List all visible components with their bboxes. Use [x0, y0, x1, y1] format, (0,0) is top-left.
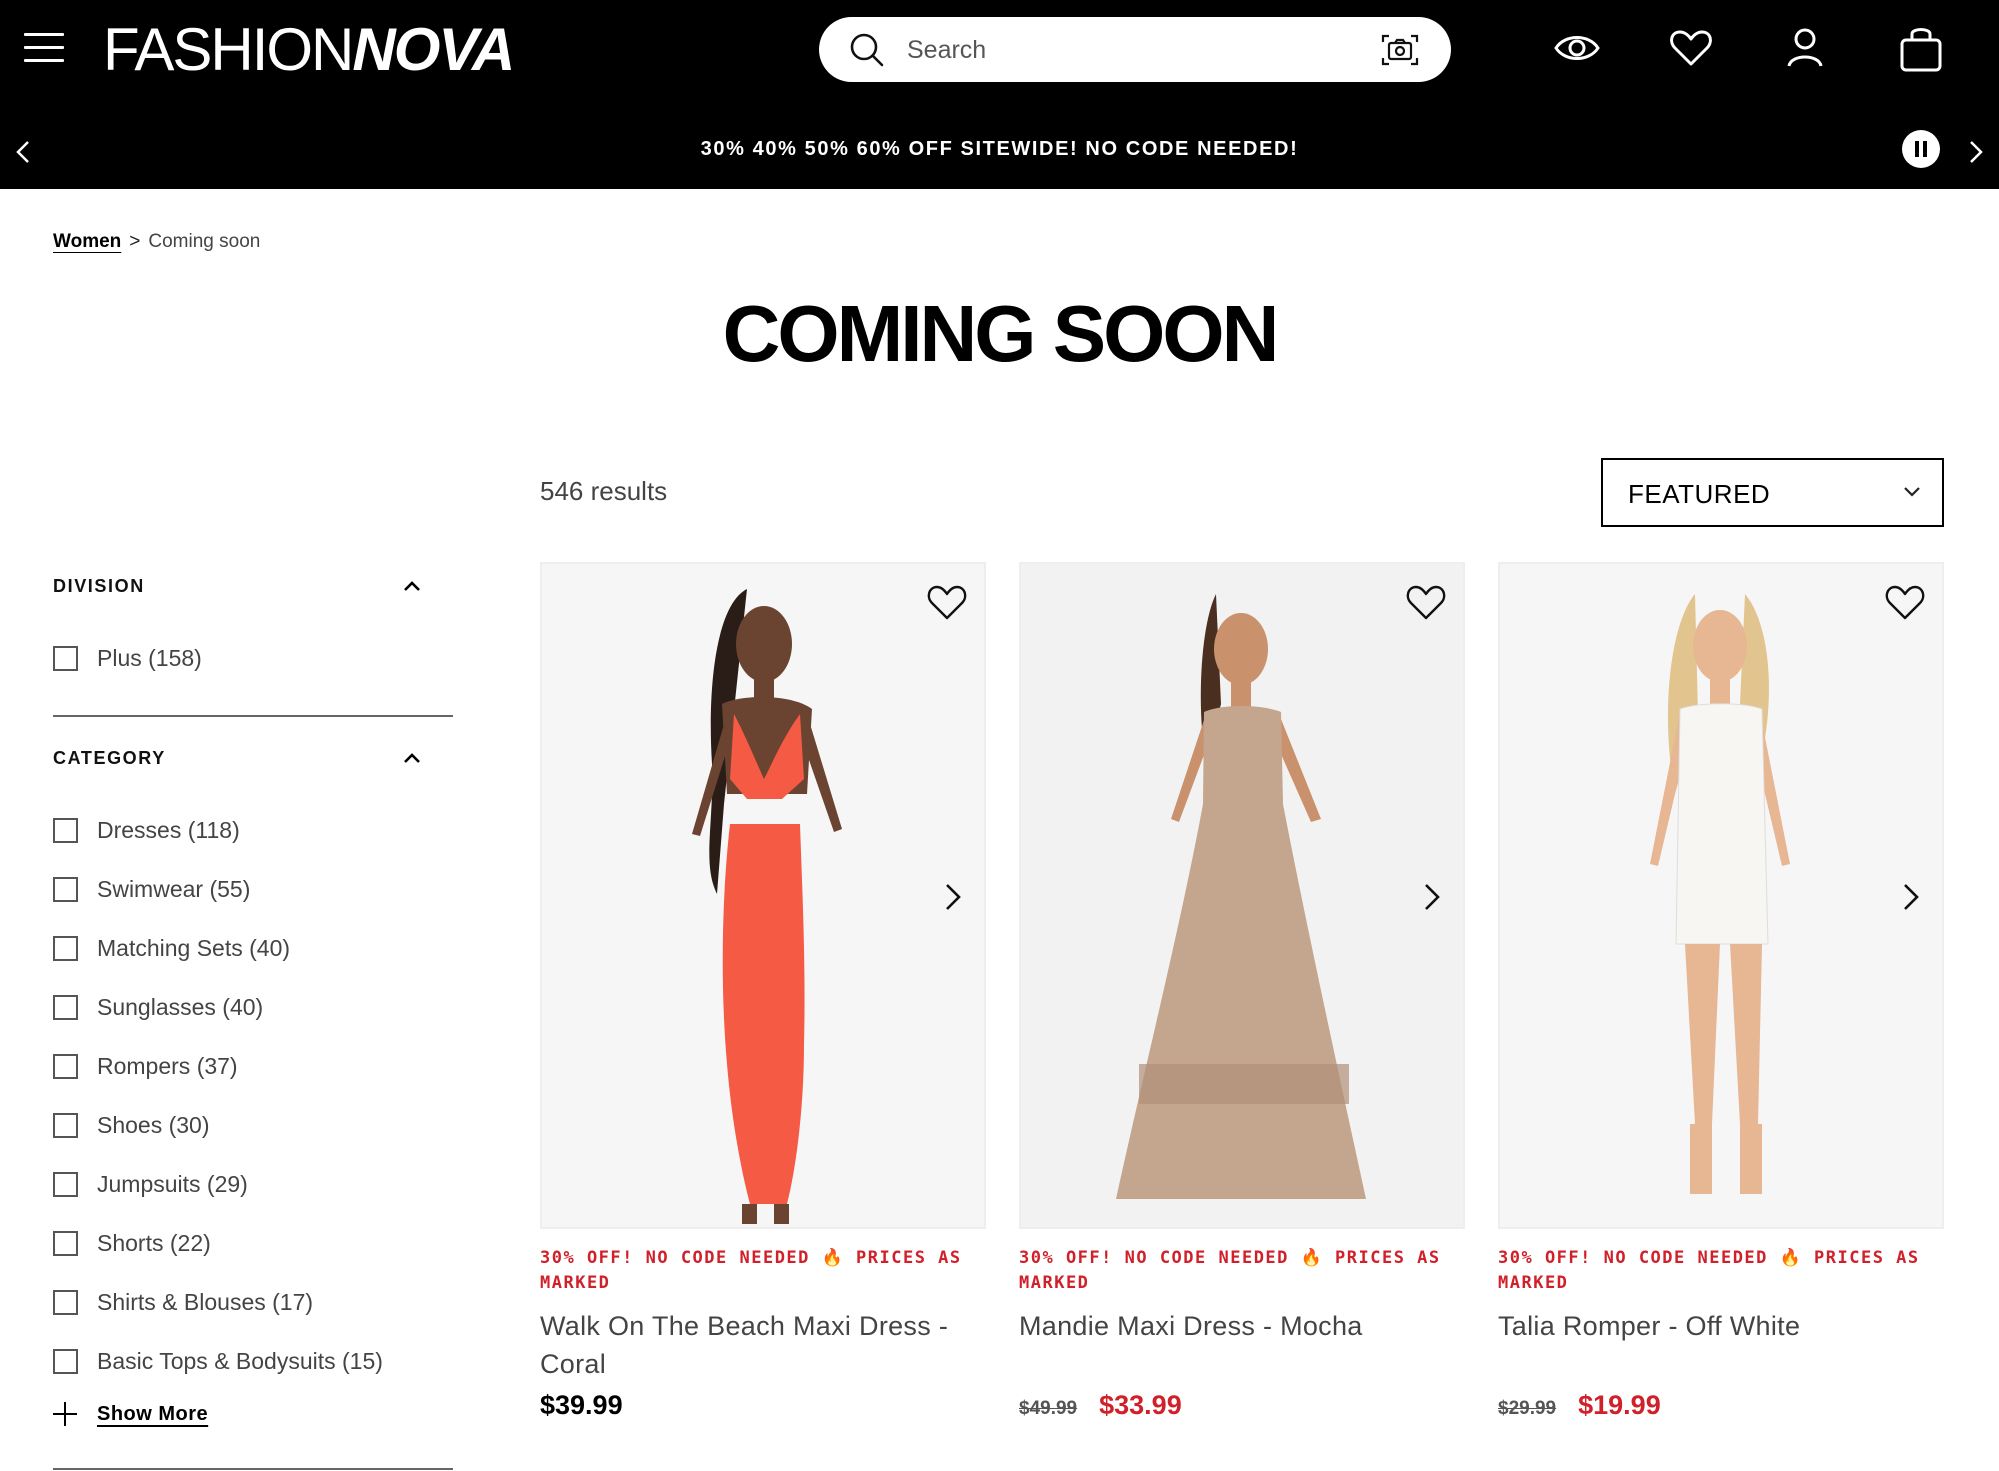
- model-photo: [1021, 564, 1463, 1227]
- filter-option-plus[interactable]: Plus (158): [53, 643, 202, 673]
- chevron-right-icon[interactable]: [1421, 880, 1443, 914]
- checkbox[interactable]: [53, 1289, 78, 1315]
- filter-option-label: Dresses (118): [97, 816, 240, 843]
- heart-icon[interactable]: [1667, 22, 1715, 74]
- checkbox[interactable]: [53, 1112, 78, 1138]
- checkbox[interactable]: [53, 994, 78, 1020]
- product-name[interactable]: Walk On The Beach Maxi Dress - Coral: [540, 1307, 986, 1383]
- chevron-up-icon[interactable]: [400, 750, 424, 766]
- results-count: 546 results: [540, 476, 668, 506]
- model-photo: [1500, 564, 1942, 1227]
- filter-option-rompers[interactable]: Rompers (37): [53, 1051, 238, 1081]
- logo-text-fashion: FASHION: [103, 16, 354, 83]
- divider: [53, 1468, 453, 1470]
- filter-option-label: Matching Sets (40): [97, 934, 291, 961]
- product-image[interactable]: [1498, 562, 1944, 1229]
- eye-icon[interactable]: [1553, 22, 1601, 74]
- filter-option-basic-tops[interactable]: Basic Tops & Bodysuits (15): [53, 1346, 383, 1376]
- product-price: $49.99 $33.99: [1019, 1390, 1182, 1421]
- show-more-label: Show More: [97, 1402, 209, 1425]
- search-icon: [850, 33, 884, 67]
- model-photo: [542, 564, 984, 1227]
- plus-icon: [53, 1402, 77, 1426]
- checkbox[interactable]: [53, 1171, 78, 1197]
- filter-option-label: Shoes (30): [97, 1111, 210, 1138]
- filter-option-label: Shirts & Blouses (17): [97, 1288, 314, 1315]
- filter-category-title: CATEGORY: [53, 748, 166, 768]
- product-image[interactable]: [540, 562, 986, 1229]
- product-card[interactable]: 30% OFF! NO CODE NEEDED 🔥 PRICES AS MARK…: [540, 562, 986, 1420]
- filter-option-label: Sunglasses (40): [97, 993, 264, 1020]
- filter-option-label: Shorts (22): [97, 1229, 211, 1256]
- checkbox[interactable]: [53, 935, 78, 961]
- filter-option-dresses[interactable]: Dresses (118): [53, 815, 240, 845]
- filter-option-label: Basic Tops & Bodysuits (15): [97, 1347, 383, 1374]
- chevron-up-icon[interactable]: [400, 578, 424, 594]
- product-price: $39.99: [540, 1390, 623, 1421]
- account-icon[interactable]: [1781, 22, 1829, 74]
- chevron-right-icon[interactable]: [1965, 136, 1987, 168]
- filter-option-label: Rompers (37): [97, 1052, 238, 1079]
- filter-option-shorts[interactable]: Shorts (22): [53, 1228, 211, 1258]
- dress-top: [1203, 706, 1283, 804]
- wishlist-heart-icon[interactable]: [1404, 582, 1448, 622]
- top-header: FASHIONNOVA 30% 40% 50% 60% OFF SITEWI: [0, 0, 1999, 189]
- wishlist-heart-icon[interactable]: [1883, 582, 1927, 622]
- sort-label: FEATURED: [1628, 479, 1771, 509]
- filter-option-sunglasses[interactable]: Sunglasses (40): [53, 992, 263, 1022]
- breadcrumb-women-link[interactable]: Women: [53, 231, 121, 252]
- sort-dropdown[interactable]: FEATURED: [1601, 458, 1944, 527]
- checkbox[interactable]: [53, 817, 78, 843]
- divider: [53, 715, 453, 717]
- product-image[interactable]: [1019, 562, 1465, 1229]
- product-promo: 30% OFF! NO CODE NEEDED 🔥 PRICES AS MARK…: [540, 1248, 962, 1293]
- filter-option-label: Swimwear (55): [97, 875, 251, 902]
- bag-icon[interactable]: [1897, 22, 1945, 74]
- product-name[interactable]: Mandie Maxi Dress - Mocha: [1019, 1307, 1465, 1345]
- product-card[interactable]: 30% OFF! NO CODE NEEDED 🔥 PRICES AS MARK…: [1498, 562, 1944, 1420]
- filter-option-swimwear[interactable]: Swimwear (55): [53, 874, 250, 904]
- menu-icon[interactable]: [24, 33, 64, 63]
- product-card[interactable]: 30% OFF! NO CODE NEEDED 🔥 PRICES AS MARK…: [1019, 562, 1465, 1420]
- product-promo: 30% OFF! NO CODE NEEDED 🔥 PRICES AS MARK…: [1498, 1248, 1920, 1293]
- brand-logo[interactable]: FASHIONNOVA: [103, 12, 515, 88]
- filter-option-shoes[interactable]: Shoes (30): [53, 1110, 210, 1140]
- promo-text[interactable]: 30% 40% 50% 60% OFF SITEWIDE! NO CODE NE…: [0, 138, 1999, 161]
- pause-icon[interactable]: [1902, 130, 1940, 168]
- product-name[interactable]: Talia Romper - Off White: [1498, 1307, 1944, 1345]
- filter-division-title: DIVISION: [53, 576, 145, 596]
- chevron-down-icon: [1904, 487, 1920, 497]
- product-price-value: $39.99: [540, 1390, 623, 1420]
- page-title: COMING SOON: [722, 289, 1280, 378]
- product-old-price: $49.99: [1019, 1398, 1078, 1419]
- breadcrumb-current: Coming soon: [148, 231, 261, 252]
- filter-option-label: Jumpsuits (29): [97, 1170, 248, 1197]
- checkbox[interactable]: [53, 1230, 78, 1256]
- checkbox[interactable]: [53, 876, 78, 902]
- product-price: $29.99 $19.99: [1498, 1390, 1661, 1421]
- product-promo: 30% OFF! NO CODE NEEDED 🔥 PRICES AS MARK…: [1019, 1248, 1441, 1293]
- filter-option-shirts-blouses[interactable]: Shirts & Blouses (17): [53, 1287, 313, 1317]
- product-sale-price: $19.99: [1578, 1390, 1661, 1420]
- filter-option-label: Plus (158): [97, 644, 202, 671]
- logo-text-nova: NOVA: [352, 16, 515, 83]
- checkbox[interactable]: [53, 1348, 78, 1374]
- checkbox[interactable]: [53, 645, 78, 671]
- romper: [1675, 703, 1769, 945]
- camera-search-icon[interactable]: [1379, 30, 1421, 70]
- chevron-right-icon[interactable]: [1900, 880, 1922, 914]
- wishlist-heart-icon[interactable]: [925, 582, 969, 622]
- product-sale-price: $33.99: [1099, 1390, 1182, 1420]
- show-more-button[interactable]: Show More: [53, 1402, 208, 1426]
- search-input[interactable]: [907, 30, 1347, 70]
- filter-option-matching-sets[interactable]: Matching Sets (40): [53, 933, 290, 963]
- filter-option-jumpsuits[interactable]: Jumpsuits (29): [53, 1169, 248, 1199]
- breadcrumb-separator: >: [129, 231, 141, 252]
- breadcrumb: Women > Coming soon: [53, 231, 260, 253]
- promo-banner: 30% 40% 50% 60% OFF SITEWIDE! NO CODE NE…: [0, 120, 1999, 184]
- product-old-price: $29.99: [1498, 1398, 1557, 1419]
- search-bar[interactable]: [819, 17, 1451, 82]
- checkbox[interactable]: [53, 1053, 78, 1079]
- chevron-right-icon[interactable]: [942, 880, 964, 914]
